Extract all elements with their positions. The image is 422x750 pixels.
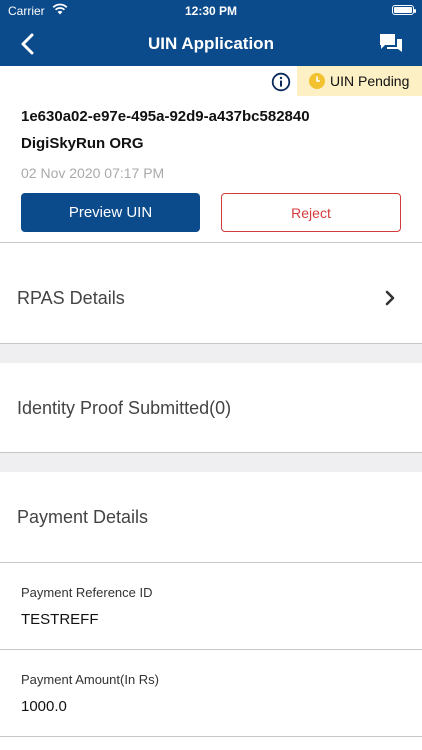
status-badge: UIN Pending (297, 66, 422, 96)
divider (0, 736, 422, 737)
payment-details-title: Payment Details (17, 507, 149, 527)
section-gap (0, 344, 422, 363)
clock-icon (309, 73, 325, 89)
status-bar: Carrier 12:30 PM (0, 0, 422, 22)
divider (0, 562, 422, 563)
payment-reference-label: Payment Reference ID (21, 585, 153, 600)
page-title: UIN Application (148, 34, 274, 53)
payment-amount-label: Payment Amount(In Rs) (21, 672, 159, 687)
section-gap (0, 453, 422, 472)
rpas-details-row[interactable]: RPAS Details (17, 288, 125, 309)
identity-proof-row[interactable]: Identity Proof Submitted(0) (17, 398, 231, 419)
preview-uin-button[interactable]: Preview UIN (21, 193, 200, 232)
chevron-right-icon[interactable] (380, 288, 400, 308)
application-id: 1e630a02-e97e-495a-92d9-a437bc582840 (21, 108, 310, 125)
status-badge-label: UIN Pending (330, 73, 410, 89)
info-icon[interactable] (271, 72, 291, 92)
divider (0, 242, 422, 243)
payment-reference-value: TESTREFF (21, 611, 99, 628)
divider (0, 649, 422, 650)
nav-bar: UIN Application (0, 22, 422, 66)
application-date: 02 Nov 2020 07:17 PM (21, 165, 165, 181)
organization-name: DigiSkyRun ORG (21, 135, 144, 152)
reject-button[interactable]: Reject (221, 193, 401, 232)
app-header: Carrier 12:30 PM UIN Application (0, 0, 422, 66)
payment-amount-value: 1000.0 (21, 698, 67, 715)
clock-time: 12:30 PM (184, 4, 238, 18)
battery-icon (392, 5, 416, 15)
chat-icon[interactable] (378, 31, 404, 57)
